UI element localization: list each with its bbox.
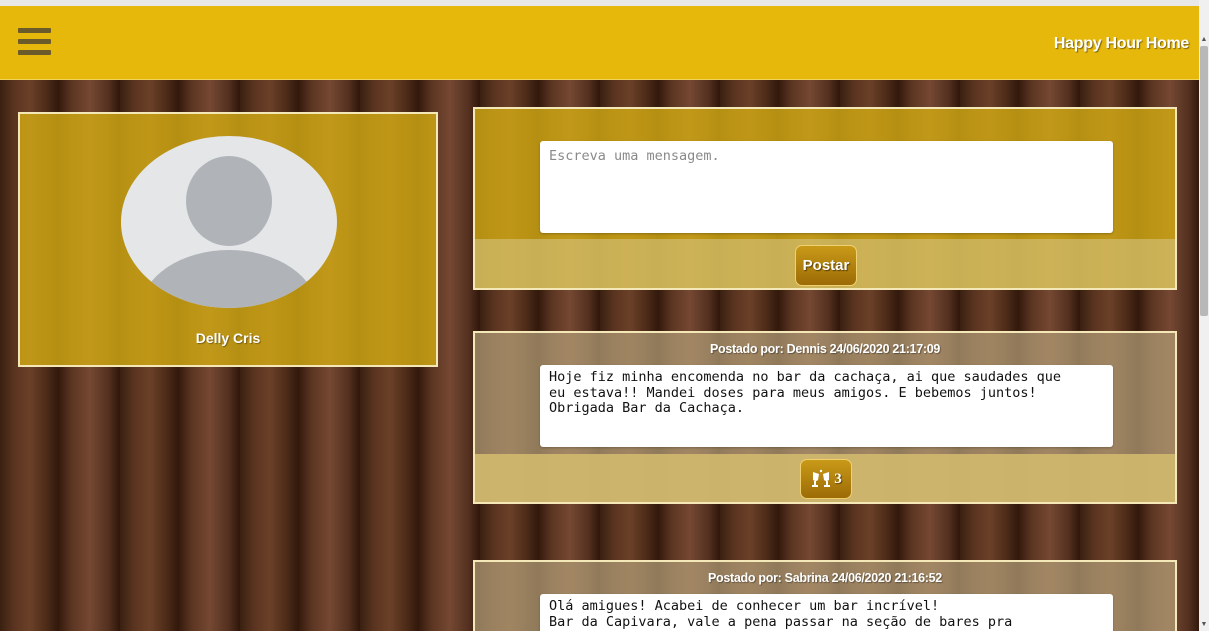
brand-link[interactable]: Happy Hour Home (1054, 35, 1189, 53)
post-button[interactable]: Postar (795, 245, 857, 286)
profile-name: Delly Cris (195, 330, 261, 346)
top-navbar: Happy Hour Home (0, 6, 1199, 80)
post-body: Olá amigues! Acabei de conhecer um bar i… (540, 594, 1113, 631)
cheers-button[interactable]: 3 (800, 459, 852, 499)
post-meta: Postado por: Sabrina 24/06/2020 21:16:52 (708, 571, 942, 585)
cheers-glasses-icon (812, 469, 831, 487)
page-scrollbar[interactable]: ▲ ▼ (1199, 0, 1209, 631)
scroll-down-arrow-icon[interactable]: ▼ (1199, 619, 1209, 631)
message-input[interactable] (540, 141, 1113, 233)
avatar-icon (121, 136, 337, 308)
post-meta: Postado por: Dennis 24/06/2020 21:17:09 (709, 342, 941, 356)
post-card: Postado por: Dennis 24/06/2020 21:17:09 … (473, 331, 1177, 504)
scroll-up-arrow-icon[interactable]: ▲ (1199, 34, 1209, 46)
profile-card: Delly Cris (18, 112, 438, 367)
scroll-thumb[interactable] (1200, 46, 1208, 316)
post-footer: 3 (475, 454, 1175, 502)
hamburger-menu-icon[interactable] (18, 28, 51, 56)
post-body: Hoje fiz minha encomenda no bar da cacha… (540, 365, 1113, 447)
post-card: Postado por: Sabrina 24/06/2020 21:16:52… (473, 560, 1177, 631)
compose-card: Postar (473, 107, 1177, 290)
cheers-count: 3 (834, 470, 842, 487)
